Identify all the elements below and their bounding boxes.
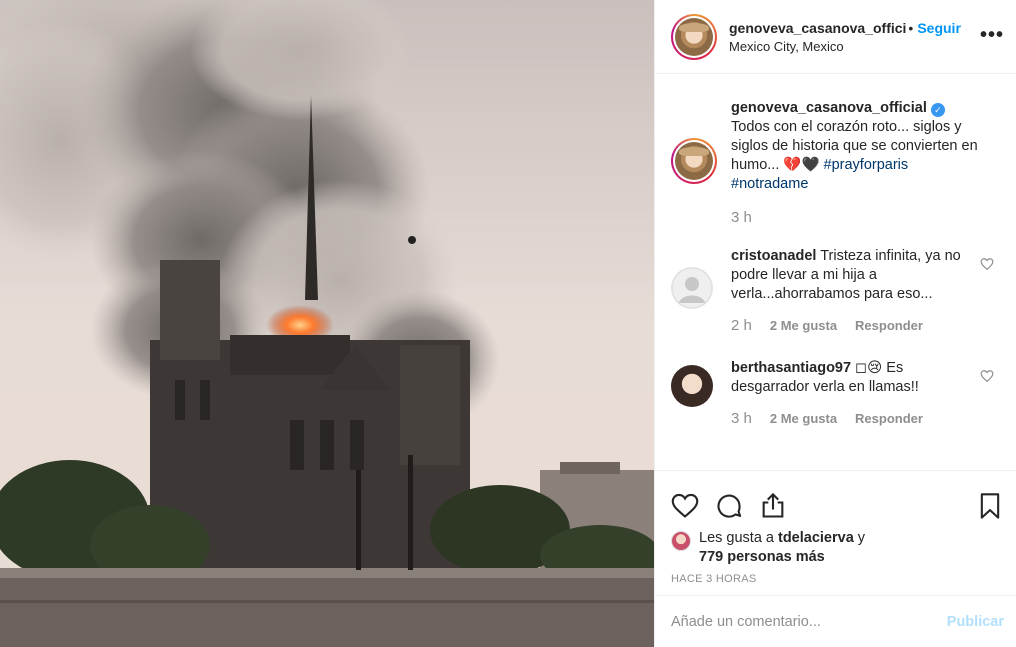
comment-input[interactable] — [671, 613, 947, 630]
separator-dot: • — [908, 19, 914, 36]
reply-button[interactable]: Responder — [855, 316, 923, 335]
liker-username[interactable]: tdelacierva — [778, 530, 854, 546]
comment-time[interactable]: 2 h — [731, 316, 752, 335]
notre-dame-fire-photo — [0, 0, 654, 647]
follow-button[interactable]: Seguir — [917, 20, 961, 36]
comment-username[interactable]: berthasantiago97 — [731, 360, 851, 376]
post-modal: genoveva_casanova_offici • Seguir Mexico… — [0, 0, 1016, 647]
comment-icon[interactable] — [715, 492, 743, 520]
like-comment-heart-icon[interactable] — [980, 369, 994, 383]
heart-icon[interactable] — [671, 492, 699, 520]
caption-username[interactable]: genoveva_casanova_official — [731, 100, 927, 116]
author-username[interactable]: genoveva_casanova_offici — [729, 20, 906, 36]
post-image[interactable] — [0, 0, 654, 647]
bookmark-icon[interactable] — [976, 492, 1004, 520]
like-comment-heart-icon[interactable] — [980, 257, 994, 271]
default-avatar-icon — [671, 267, 713, 309]
caption-time[interactable]: 3 h — [731, 208, 752, 227]
more-icon[interactable]: ••• — [980, 24, 1004, 47]
comment-username[interactable]: cristoanadel — [731, 248, 816, 264]
post-side-panel: genoveva_casanova_offici • Seguir Mexico… — [654, 0, 1016, 647]
publish-button[interactable]: Publicar — [947, 614, 1004, 630]
reply-button[interactable]: Responder — [855, 409, 923, 428]
comment-likes[interactable]: 2 Me gusta — [770, 316, 837, 335]
author-avatar[interactable] — [671, 13, 717, 60]
liker-avatar[interactable] — [671, 531, 691, 551]
likes-summary[interactable]: Les gusta a tdelacierva y 779 personas m… — [655, 529, 1016, 567]
post-age[interactable]: HACE 3 HORAS — [655, 567, 1016, 585]
comment-likes[interactable]: 2 Me gusta — [770, 409, 837, 428]
likes-prefix: Les gusta a — [699, 530, 778, 546]
post-location[interactable]: Mexico City, Mexico — [729, 39, 961, 54]
post-header: genoveva_casanova_offici • Seguir Mexico… — [655, 0, 1016, 74]
commenter-avatar[interactable] — [671, 365, 713, 407]
caption: genoveva_casanova_official ✓ Todos con el… — [671, 99, 1000, 227]
likes-count[interactable]: 779 personas más — [699, 549, 825, 565]
comment-item: berthasantiago97 ◻😢 Es desgarrador verla… — [671, 359, 1000, 428]
caption-avatar[interactable] — [671, 138, 717, 184]
comment-item: cristoanadel Tristeza infinita, ya no po… — [671, 247, 1000, 335]
comments-list[interactable]: genoveva_casanova_official ✓ Todos con el… — [655, 75, 1016, 470]
action-bar — [655, 471, 1016, 529]
comment-composer: Publicar — [655, 595, 1016, 647]
verified-icon: ✓ — [930, 103, 945, 117]
comment-time[interactable]: 3 h — [731, 409, 752, 428]
hashtag-notradame[interactable]: #notradame — [731, 176, 808, 192]
likes-mid: y — [853, 530, 866, 546]
hashtag-prayforparis[interactable]: #prayforparis — [824, 157, 909, 173]
commenter-avatar[interactable] — [671, 267, 713, 309]
share-icon[interactable] — [759, 492, 787, 520]
